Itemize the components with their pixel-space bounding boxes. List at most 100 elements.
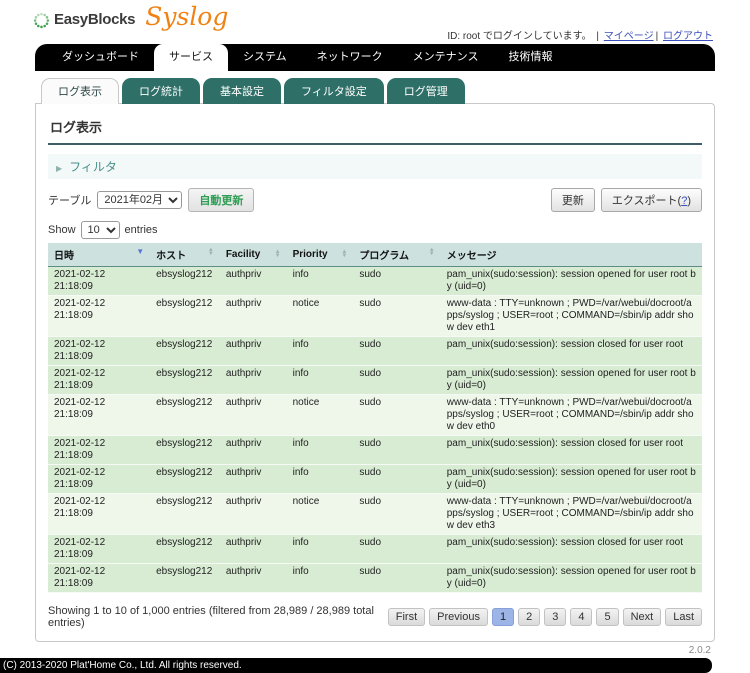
log-priority: info xyxy=(286,266,354,296)
nav-tab[interactable]: ネットワーク xyxy=(302,44,398,71)
column-label: Priority xyxy=(292,249,328,260)
log-facility: authpriv xyxy=(219,563,287,593)
version-label: 2.0.2 xyxy=(688,645,711,656)
nav-tab[interactable]: ダッシュボード xyxy=(47,44,154,71)
nav-tab[interactable]: システム xyxy=(228,44,302,71)
log-program: sudo xyxy=(353,493,441,535)
log-row[interactable]: 2021-02-12 21:18:09 ebsyslog212 authpriv… xyxy=(48,266,702,296)
log-message: pam_unix(sudo:session): session closed f… xyxy=(440,435,702,465)
subnav-tab-label: ログ表示 xyxy=(58,86,102,98)
nav-tab-label: システム xyxy=(243,51,287,63)
expand-arrow-icon xyxy=(56,160,62,174)
content-panel: ログ表示 フィルタ テーブル 2021年02月 自動更新 更新 エクスポート(?… xyxy=(35,103,715,642)
filter-label: フィルタ xyxy=(69,160,117,174)
page-number-button[interactable]: 4 xyxy=(570,608,593,626)
easyblocks-spinner-icon xyxy=(33,12,50,29)
log-datetime: 2021-02-12 21:18:09 xyxy=(48,464,151,494)
log-message: www-data : TTY=unknown ; PWD=/var/webui/… xyxy=(440,394,702,436)
log-host: ebsyslog212 xyxy=(150,493,220,535)
subnav-tab[interactable]: 基本設定 xyxy=(203,78,281,104)
log-facility: authpriv xyxy=(219,295,287,337)
next-page-button[interactable]: Next xyxy=(622,608,662,626)
log-datetime: 2021-02-12 21:18:09 xyxy=(48,435,151,465)
page-length-select[interactable]: 10 xyxy=(80,221,120,239)
log-datetime: 2021-02-12 21:18:09 xyxy=(48,336,151,366)
log-host: ebsyslog212 xyxy=(150,534,220,564)
log-message: pam_unix(sudo:session): session closed f… xyxy=(440,336,702,366)
log-host: ebsyslog212 xyxy=(150,266,220,296)
export-button[interactable]: エクスポート(?) xyxy=(600,188,702,212)
log-priority: info xyxy=(286,365,354,395)
subnav-tab[interactable]: ログ管理 xyxy=(386,78,465,104)
log-datetime: 2021-02-12 21:18:09 xyxy=(48,295,151,337)
page-number-button[interactable]: 1 xyxy=(491,608,515,626)
log-host: ebsyslog212 xyxy=(150,394,220,436)
log-program: sudo xyxy=(353,394,441,436)
log-row[interactable]: 2021-02-12 21:18:09 ebsyslog212 authpriv… xyxy=(48,563,702,593)
column-header[interactable]: ホスト xyxy=(150,243,220,267)
log-row[interactable]: 2021-02-12 21:18:09 ebsyslog212 authpriv… xyxy=(48,295,702,337)
first-page-button[interactable]: First xyxy=(387,608,426,626)
page-numbers: 1 2 3 4 5 xyxy=(488,608,619,626)
log-message: pam_unix(sudo:session): session opened f… xyxy=(440,266,702,296)
subnav-tab[interactable]: ログ表示 xyxy=(41,78,119,104)
column-header[interactable]: Priority xyxy=(286,243,354,267)
log-row[interactable]: 2021-02-12 21:18:09 ebsyslog212 authpriv… xyxy=(48,435,702,465)
filter-toggle[interactable]: フィルタ xyxy=(48,154,702,179)
show-label: Show xyxy=(48,224,76,236)
last-page-button[interactable]: Last xyxy=(665,608,702,626)
nav-tab[interactable]: 技術情報 xyxy=(493,44,567,71)
subnav-tab[interactable]: フィルタ設定 xyxy=(284,78,384,104)
nav-tab-label: 技術情報 xyxy=(508,51,553,63)
page-number-button[interactable]: 3 xyxy=(544,608,567,626)
log-priority: notice xyxy=(286,394,354,436)
column-header[interactable]: Facility xyxy=(219,243,287,267)
log-row[interactable]: 2021-02-12 21:18:09 ebsyslog212 authpriv… xyxy=(48,336,702,366)
nav-tab-label: ダッシュボード xyxy=(62,51,139,63)
log-host: ebsyslog212 xyxy=(150,563,220,593)
column-header[interactable]: プログラム xyxy=(353,243,441,267)
nav-tab[interactable]: メンテナンス xyxy=(398,44,494,71)
page-number-button[interactable]: 2 xyxy=(518,608,541,626)
log-facility: authpriv xyxy=(219,464,287,494)
log-priority: notice xyxy=(286,295,354,337)
log-row[interactable]: 2021-02-12 21:18:09 ebsyslog212 authpriv… xyxy=(48,493,702,535)
subnav-tab-label: フィルタ設定 xyxy=(301,86,367,98)
column-header[interactable]: メッセージ xyxy=(440,243,702,267)
subnav-tab[interactable]: ログ統計 xyxy=(122,78,200,104)
table-footer: Showing 1 to 10 of 1,000 entries (filter… xyxy=(48,605,702,629)
log-row[interactable]: 2021-02-12 21:18:09 ebsyslog212 authpriv… xyxy=(48,394,702,436)
login-info: ID: root でログインしています。 | マイページ | ログアウト xyxy=(447,27,713,42)
export-label: エクスポート xyxy=(611,195,678,207)
logo-easyblocks-text: EasyBlocks xyxy=(54,11,136,28)
log-row[interactable]: 2021-02-12 21:18:09 ebsyslog212 authpriv… xyxy=(48,365,702,395)
logout-link[interactable]: ログアウト xyxy=(663,31,713,42)
log-priority: info xyxy=(286,534,354,564)
log-program: sudo xyxy=(353,534,441,564)
nav-tab-label: メンテナンス xyxy=(412,51,479,63)
previous-page-button[interactable]: Previous xyxy=(429,608,488,626)
table-select-label: テーブル xyxy=(48,195,92,207)
page-number-button[interactable]: 5 xyxy=(596,608,619,626)
table-month-select[interactable]: 2021年02月 xyxy=(97,191,183,209)
log-program: sudo xyxy=(353,435,441,465)
auto-update-button[interactable]: 自動更新 xyxy=(188,188,255,212)
page-length-controls: Show 10 entries xyxy=(48,221,702,239)
log-message: www-data : TTY=unknown ; PWD=/var/webui/… xyxy=(440,295,702,337)
log-datetime: 2021-02-12 21:18:09 xyxy=(48,563,151,593)
nav-tab[interactable]: サービス xyxy=(154,44,228,71)
sort-icon xyxy=(208,248,214,256)
log-host: ebsyslog212 xyxy=(150,295,220,337)
log-program: sudo xyxy=(353,365,441,395)
entries-label: entries xyxy=(124,224,158,236)
log-priority: info xyxy=(286,336,354,366)
log-program: sudo xyxy=(353,336,441,366)
copyright-text: (C) 2013-2020 Plat'Home Co., Ltd. All ri… xyxy=(3,660,242,671)
column-header[interactable]: 日時 xyxy=(48,243,151,267)
mypage-link[interactable]: マイページ xyxy=(604,31,654,42)
log-row[interactable]: 2021-02-12 21:18:09 ebsyslog212 authpriv… xyxy=(48,464,702,494)
refresh-button[interactable]: 更新 xyxy=(550,188,595,212)
log-host: ebsyslog212 xyxy=(150,464,220,494)
column-label: 日時 xyxy=(54,251,74,262)
log-row[interactable]: 2021-02-12 21:18:09 ebsyslog212 authpriv… xyxy=(48,534,702,564)
